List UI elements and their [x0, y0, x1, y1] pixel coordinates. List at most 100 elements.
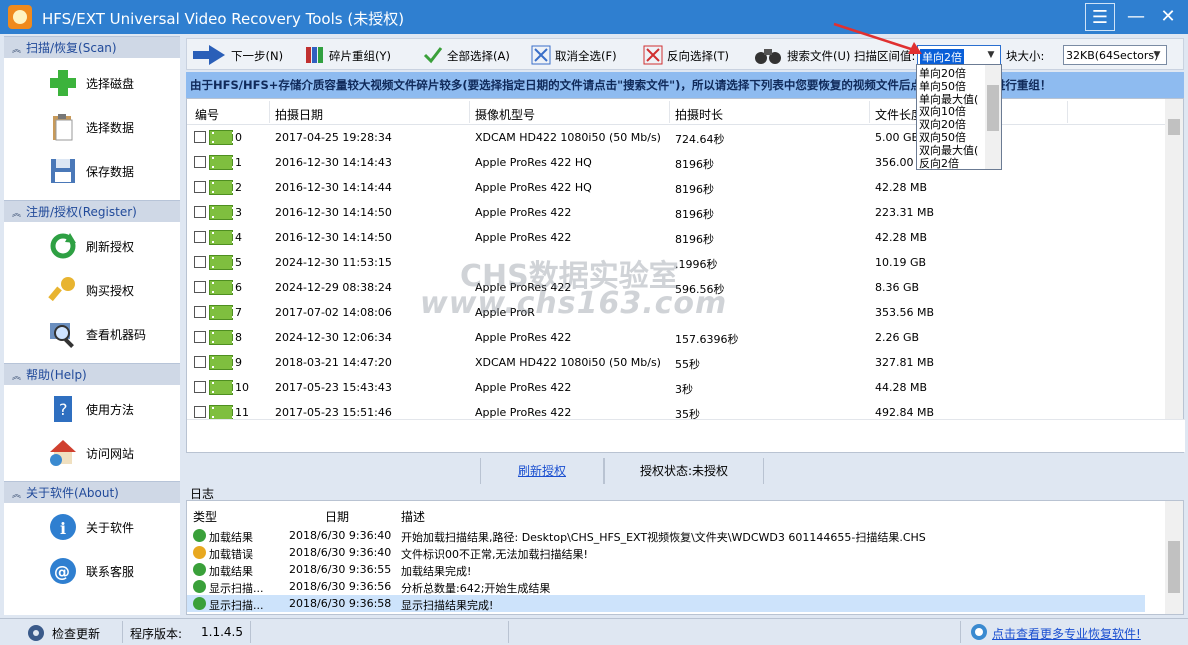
- select-all-button[interactable]: 全部选择(A): [423, 45, 519, 65]
- log-row[interactable]: 加载结果 2018/6/30 9:36:55 加载结果完成!: [187, 561, 1145, 578]
- row-checkbox[interactable]: [194, 406, 206, 418]
- row-checkbox[interactable]: [194, 206, 206, 218]
- row-checkbox[interactable]: [194, 231, 206, 243]
- dropdown-scrollbar[interactable]: [985, 65, 1001, 169]
- info-icon: [193, 563, 206, 576]
- column-header-model[interactable]: 摄像机型号: [475, 106, 535, 123]
- column-header-duration[interactable]: 拍摄时长: [675, 106, 723, 123]
- sidebar-item-label: 查看机器码: [86, 328, 147, 342]
- sidebar-item-machine-code[interactable]: 查看机器码: [48, 317, 178, 351]
- table-row[interactable]: 4 2016-12-30 14:14:50 Apple ProRes 422 8196…: [187, 225, 1165, 250]
- log-desc: 显示扫描结果完成!: [401, 599, 494, 612]
- sidebar-item-label: 联系客服: [86, 565, 135, 579]
- dropdown-option[interactable]: 单向50倍: [919, 80, 966, 93]
- cell-date: 2017-05-23 15:51:46: [275, 406, 392, 419]
- minimize-icon[interactable]: —: [1121, 3, 1151, 31]
- video-file-icon: [209, 330, 234, 345]
- sidebar-item-save-data[interactable]: 保存数据: [48, 154, 178, 188]
- sidebar-item-usage[interactable]: ? 使用方法: [48, 392, 178, 426]
- log-type: 显示扫描...: [209, 582, 264, 595]
- table-scrollbar[interactable]: [1165, 99, 1183, 419]
- cell-model: Apple ProRes 422: [475, 331, 572, 344]
- video-file-icon: [209, 355, 234, 370]
- next-button[interactable]: 下一步(N): [193, 45, 283, 65]
- sidebar-section-help[interactable]: ︽ 帮助(Help): [4, 363, 180, 385]
- menu-icon[interactable]: ☰: [1085, 3, 1115, 31]
- dropdown-option[interactable]: 双向20倍: [919, 118, 966, 131]
- sidebar-item-buy-license[interactable]: 购买授权: [48, 273, 178, 307]
- dropdown-option[interactable]: 单向20倍: [919, 67, 966, 80]
- log-row[interactable]: 显示扫描... 2018/6/30 9:36:58 显示扫描结果完成!: [187, 595, 1145, 612]
- column-header-id[interactable]: 编号: [195, 106, 219, 123]
- sidebar-item-select-disk[interactable]: 选择磁盘: [48, 66, 178, 100]
- floppy-disk-icon: [51, 159, 75, 183]
- sidebar-item-visit-website[interactable]: 访问网站: [48, 436, 178, 470]
- close-icon[interactable]: ✕: [1153, 3, 1183, 31]
- reassemble-button[interactable]: 碎片重组(Y): [305, 45, 405, 65]
- dropdown-option[interactable]: 双向50倍: [919, 131, 966, 144]
- dropdown-option[interactable]: 反向2倍: [919, 157, 959, 170]
- dropdown-option[interactable]: 单向最大值(: [919, 93, 978, 106]
- dropdown-option[interactable]: 双向最大值(: [919, 144, 978, 157]
- row-checkbox[interactable]: [194, 256, 206, 268]
- svg-text:i: i: [60, 519, 66, 538]
- watermark-url: www.chs163.com: [420, 286, 728, 321]
- support-icon: [971, 624, 987, 640]
- table-row[interactable]: 1 2016-12-30 14:14:43 Apple ProRes 422 HQ 8…: [187, 150, 1165, 175]
- sidebar-item-contact[interactable]: @ 联系客服: [48, 554, 178, 588]
- scrollbar-thumb[interactable]: [987, 85, 999, 131]
- log-row[interactable]: 加载结果 2018/6/30 9:36:40 开始加载扫描结果,路径: Deskto…: [187, 527, 1145, 544]
- table-row[interactable]: 2 2016-12-30 14:14:44 Apple ProRes 422 HQ 8…: [187, 175, 1165, 200]
- row-checkbox[interactable]: [194, 306, 206, 318]
- log-column-desc[interactable]: 描述: [401, 508, 425, 525]
- log-date: 2018/6/30 9:36:40: [289, 529, 392, 542]
- row-checkbox[interactable]: [194, 131, 206, 143]
- deselect-all-button[interactable]: 取消全选(F): [531, 45, 627, 65]
- refresh-license-link[interactable]: 刷新授权: [480, 458, 604, 484]
- log-scrollbar[interactable]: [1165, 501, 1183, 614]
- sidebar-section-scan[interactable]: ︽ 扫描/恢复(Scan): [4, 36, 180, 58]
- cell-model: Apple ProRes 422: [475, 231, 572, 244]
- table-row[interactable]: 9 2018-03-21 14:47:20 XDCAM HD422 1080i50 …: [187, 350, 1165, 375]
- row-checkbox[interactable]: [194, 156, 206, 168]
- block-size-label: 块大小:: [1006, 49, 1045, 63]
- log-column-date[interactable]: 日期: [325, 508, 349, 525]
- cell-duration: .1996秒: [675, 258, 718, 271]
- scan-range-dropdown[interactable]: 单向20倍 单向50倍 单向最大值(双向10倍 双向20倍 双向50倍 双向最大值(反向2…: [916, 64, 1002, 170]
- dropdown-option[interactable]: 双向10倍: [919, 105, 966, 118]
- log-type: 加载结果: [209, 565, 253, 578]
- column-header-date[interactable]: 拍摄日期: [275, 106, 323, 123]
- chevron-down-icon: ▼: [1153, 50, 1161, 60]
- sidebar-section-about[interactable]: ︽ 关于软件(About): [4, 481, 180, 503]
- more-software-link[interactable]: 点击查看更多专业恢复软件!: [992, 625, 1141, 642]
- scrollbar-thumb[interactable]: [1168, 541, 1180, 593]
- table-row[interactable]: 0 2017-04-25 19:28:34 XDCAM HD422 1080i50 …: [187, 125, 1165, 150]
- block-size-select[interactable]: 32KB(64Sectors) ▼: [1063, 45, 1167, 65]
- scrollbar-thumb[interactable]: [1168, 119, 1180, 135]
- invert-selection-button[interactable]: 反向选择(T): [643, 45, 739, 65]
- sidebar-section-register[interactable]: ︽ 注册/授权(Register): [4, 200, 180, 222]
- sidebar-item-refresh-license[interactable]: 刷新授权: [48, 229, 178, 263]
- table-row[interactable]: 3 2016-12-30 14:14:50 Apple ProRes 422 8196…: [187, 200, 1165, 225]
- sidebar-item-label: 刷新授权: [86, 240, 135, 254]
- row-checkbox[interactable]: [194, 331, 206, 343]
- row-checkbox[interactable]: [194, 381, 206, 393]
- table-row[interactable]: 10 2017-05-23 15:43:43 Apple ProRes 422 3秒 4…: [187, 375, 1165, 400]
- sidebar-item-select-data[interactable]: 选择数据: [48, 110, 178, 144]
- sidebar-item-about[interactable]: i 关于软件: [48, 510, 178, 544]
- section-title: 帮助(Help): [26, 368, 87, 382]
- home-globe-icon: [50, 440, 76, 466]
- check-update-button[interactable]: 检查更新: [52, 625, 100, 642]
- table-row[interactable]: 8 2024-12-30 12:06:34 Apple ProRes 422 157.…: [187, 325, 1165, 350]
- notice-banner: 由于HFS/HFS+存储介质容量较大视频文件碎片较多(要选择指定日期的文件请点击…: [186, 72, 1184, 98]
- log-column-type[interactable]: 类型: [193, 508, 217, 525]
- log-row[interactable]: 显示扫描... 2018/6/30 9:36:56 分析总数量:642;开始生成结果: [187, 578, 1145, 595]
- cell-model: Apple ProRes 422 HQ: [475, 156, 592, 169]
- row-checkbox[interactable]: [194, 356, 206, 368]
- cell-size: 8.36 GB: [875, 281, 920, 294]
- cell-model: Apple ProRes 422 HQ: [475, 181, 592, 194]
- row-checkbox[interactable]: [194, 281, 206, 293]
- row-checkbox[interactable]: [194, 181, 206, 193]
- log-row[interactable]: 加载错误 2018/6/30 9:36:40 文件标识00不正常,无法加载扫描结果!: [187, 544, 1145, 561]
- checkmark-icon: [423, 47, 443, 64]
